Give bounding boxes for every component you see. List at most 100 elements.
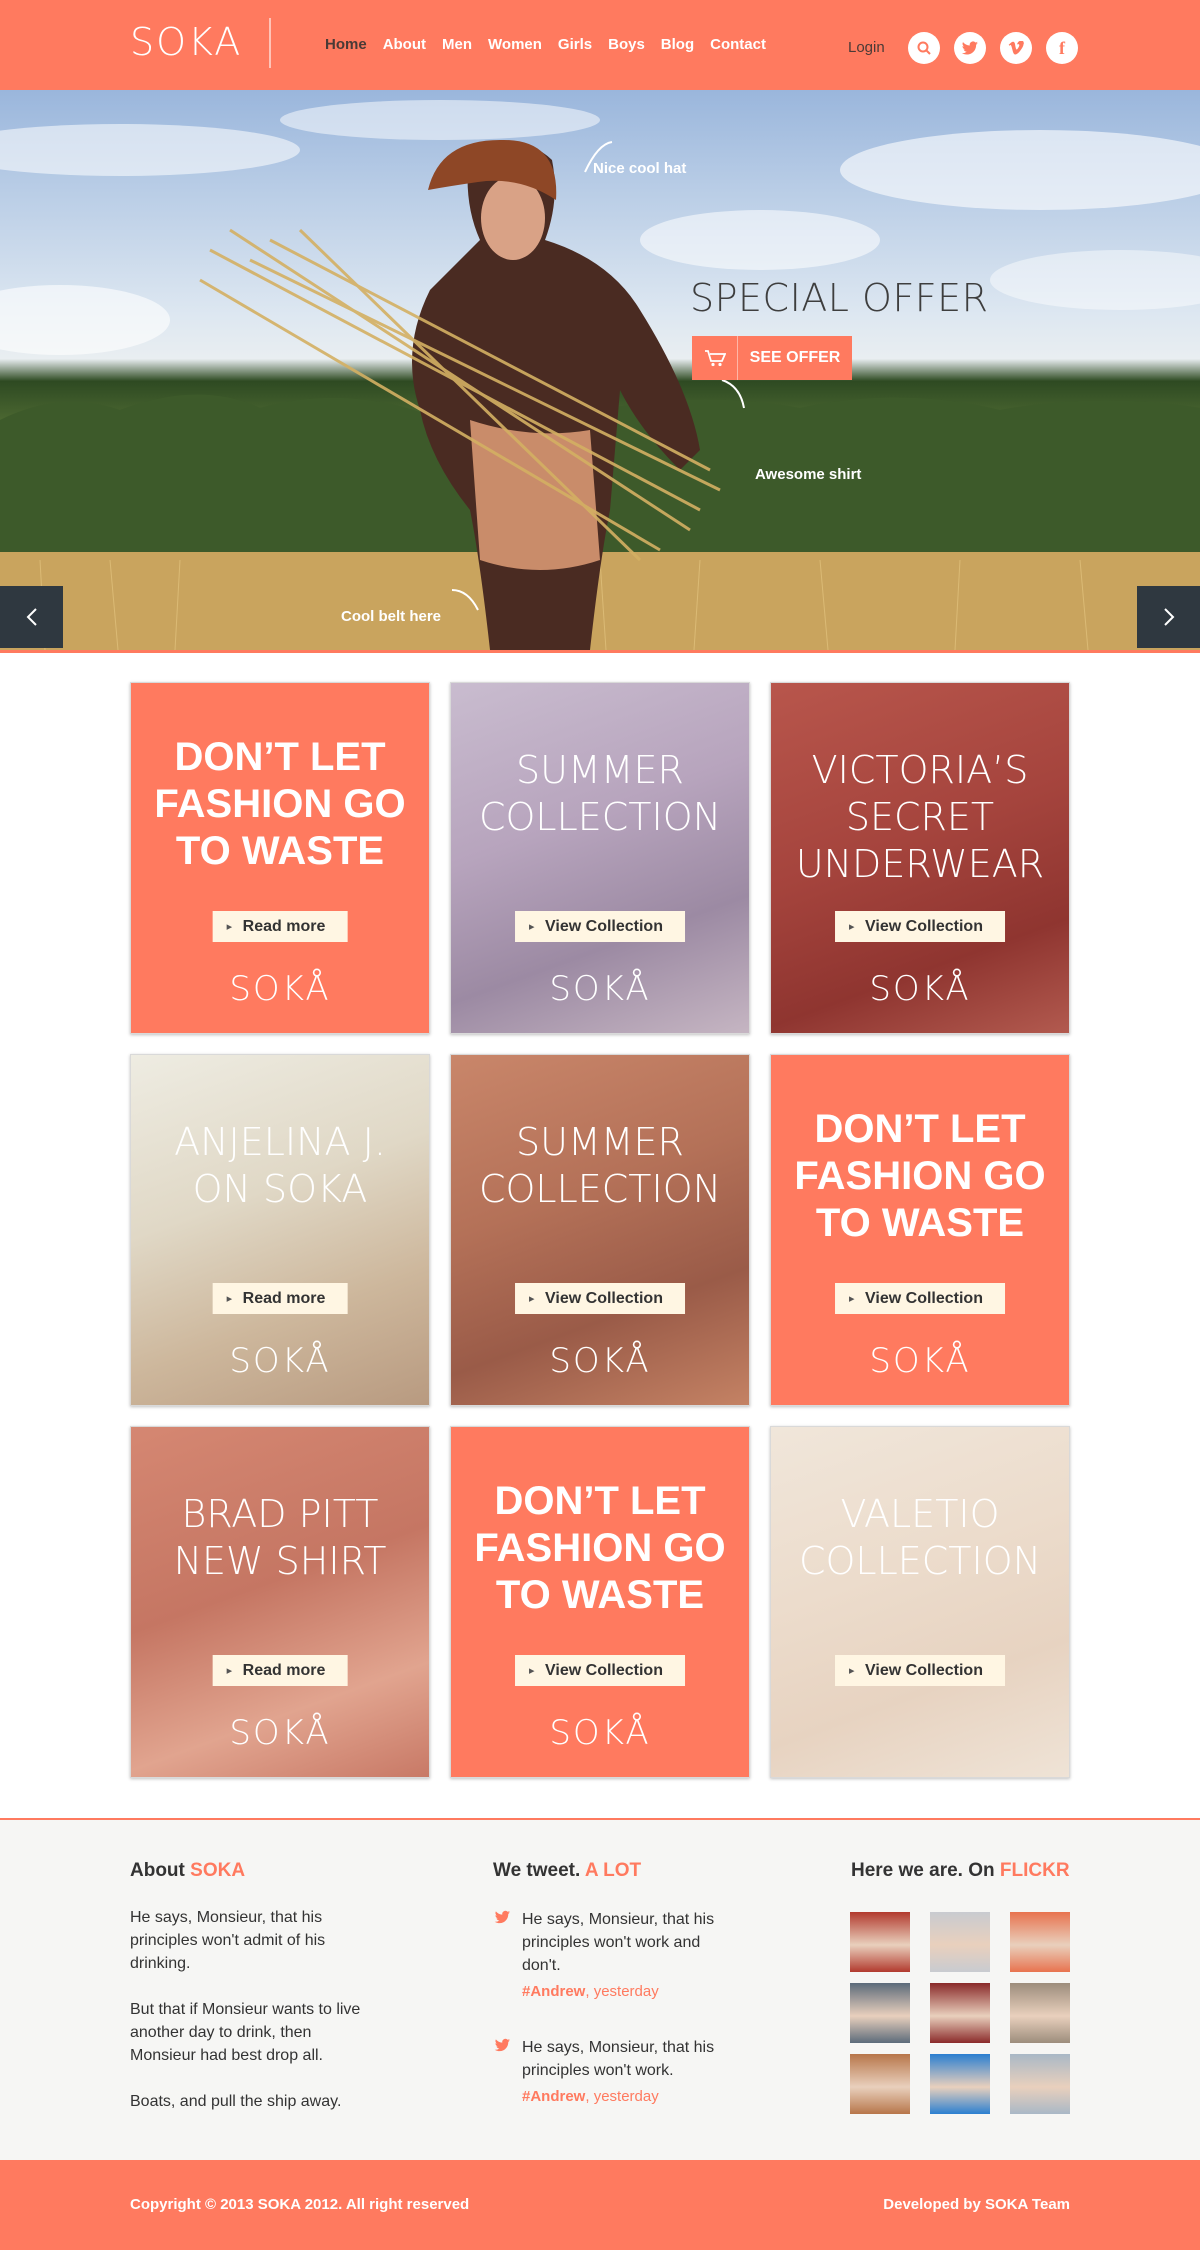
- flickr-thumbnail[interactable]: [1010, 1983, 1070, 2043]
- about-paragraph-1: He says, Monsieur, that his principles w…: [130, 1909, 326, 1972]
- tweet-item: He says, Monsieur, that his principles w…: [494, 2036, 724, 2105]
- card-title: SUMMER COLLECTION: [451, 1119, 749, 1213]
- card-title: BRAD PITT NEW SHIRT: [131, 1491, 429, 1585]
- nav-item-men[interactable]: Men: [442, 36, 472, 53]
- collection-card: DON’T LET FASHION GO TO WASTE ▸ View Collect…: [450, 1426, 750, 1778]
- card-title: ANJELINA J. ON SOKA: [131, 1119, 429, 1213]
- hero-slider: Nice cool hat Awesome shirt Cool belt he…: [0, 90, 1200, 650]
- tweet-author-link[interactable]: #Andrew: [522, 2088, 585, 2105]
- annotation-belt: Cool belt here: [341, 608, 442, 625]
- button-label: View Collection: [865, 1289, 983, 1307]
- card-title-line: COLLECTION: [798, 1539, 1042, 1583]
- card-title-line: TO WASTE: [175, 829, 385, 873]
- card-title-line: SUMMER: [516, 1120, 684, 1164]
- card-brand-logo: SOKÅ: [549, 1713, 651, 1753]
- card-brand-logo: SOKÅ: [229, 969, 331, 1009]
- card-title: SUMMER COLLECTION: [451, 747, 749, 841]
- flickr-thumbnail[interactable]: [850, 2054, 910, 2114]
- button-label: Read more: [242, 1661, 326, 1679]
- view-collection-button[interactable]: ▸ View Collection: [835, 1283, 1005, 1314]
- see-offer-label: SEE OFFER: [749, 349, 841, 366]
- copyright-text: Copyright © 2013 SOKA 2012. All right re…: [130, 2196, 470, 2213]
- card-title-line: NEW SHIRT: [173, 1539, 387, 1583]
- chevron-right-icon: ▸: [849, 1665, 855, 1677]
- read-more-button[interactable]: ▸ Read more: [212, 1283, 348, 1314]
- collection-card: BRAD PITT NEW SHIRT ▸ Read more SOKÅ: [130, 1426, 430, 1778]
- card-title: VALETIO COLLECTION: [771, 1491, 1069, 1585]
- card-title-line: DON’T LET: [494, 1479, 706, 1523]
- vimeo-icon[interactable]: [1000, 32, 1032, 64]
- footer-widgets: About SOKA He says, Monsieur, that his p…: [0, 1818, 1200, 2160]
- twitter-icon[interactable]: [954, 32, 986, 64]
- flickr-heading-text: Here we are. On: [851, 1860, 995, 1881]
- chevron-right-icon: ▸: [529, 1293, 535, 1305]
- collection-card: SUMMER COLLECTION ▸ View Collection SOKÅ: [450, 682, 750, 1034]
- collection-card: SUMMER COLLECTION ▸ View Collection SOKÅ: [450, 1054, 750, 1406]
- card-brand-logo: SOKÅ: [549, 1341, 651, 1381]
- tweet-author-link[interactable]: #Andrew: [522, 1983, 585, 2000]
- hero-next-arrow[interactable]: [1137, 586, 1200, 648]
- nav-item-contact[interactable]: Contact: [710, 36, 766, 53]
- card-brand-logo: SOKÅ: [229, 1713, 331, 1753]
- special-offer-title: SPECIAL OFFER: [690, 276, 989, 320]
- hero-prev-arrow[interactable]: [0, 586, 63, 648]
- search-icon[interactable]: [908, 32, 940, 64]
- view-collection-button[interactable]: ▸ View Collection: [835, 1655, 1005, 1686]
- site-header: SOKA Home About Men Women Girls Boys Blo…: [0, 0, 1200, 90]
- collection-card: ANJELINA J. ON SOKA ▸ Read more SOKÅ: [130, 1054, 430, 1406]
- collection-card: VICTORIA’S SECRET UNDERWEAR ▸ View Collectio…: [770, 682, 1070, 1034]
- card-title: DON’T LET FASHION GO TO WASTE: [131, 734, 429, 875]
- flickr-thumbnail[interactable]: [930, 1983, 990, 2043]
- nav-item-girls[interactable]: Girls: [558, 36, 592, 53]
- login-link[interactable]: Login: [848, 39, 885, 56]
- main-nav: Home About Men Women Girls Boys Blog Con…: [325, 36, 766, 53]
- flickr-thumbnail[interactable]: [930, 2054, 990, 2114]
- view-collection-button[interactable]: ▸ View Collection: [835, 911, 1005, 942]
- view-collection-button[interactable]: ▸ View Collection: [515, 911, 685, 942]
- collection-card: DON’T LET FASHION GO TO WASTE ▸ View Collect…: [770, 1054, 1070, 1406]
- card-brand-logo: SOKÅ: [869, 1341, 971, 1381]
- view-collection-button[interactable]: ▸ View Collection: [515, 1283, 685, 1314]
- card-title-line: VALETIO: [840, 1492, 1000, 1536]
- card-title: DON’T LET FASHION GO TO WASTE: [451, 1478, 749, 1619]
- card-title-line: ON SOKA: [192, 1167, 368, 1211]
- cart-icon: [692, 336, 738, 380]
- see-offer-button[interactable]: SEE OFFER: [692, 336, 852, 380]
- nav-item-about[interactable]: About: [383, 36, 426, 53]
- read-more-button[interactable]: ▸ Read more: [212, 911, 348, 942]
- flickr-heading: Here we are. On FLICKR: [851, 1860, 1070, 1882]
- card-title-line: FASHION GO: [794, 1154, 1046, 1198]
- tweet-meta: #Andrew, yesterday: [522, 2088, 724, 2105]
- flickr-thumbnail[interactable]: [850, 1983, 910, 2043]
- about-heading-text: About: [130, 1860, 185, 1881]
- twitter-bird-icon: [494, 2038, 511, 2052]
- social-links: f: [908, 32, 1078, 64]
- tweets-heading-accent: A LOT: [584, 1860, 642, 1881]
- read-more-button[interactable]: ▸ Read more: [212, 1655, 348, 1686]
- flickr-thumbnail[interactable]: [1010, 1912, 1070, 1972]
- bottom-bar: Copyright © 2013 SOKA 2012. All right re…: [0, 2160, 1200, 2250]
- collection-card: DON’T LET FASHION GO TO WASTE ▸ Read more SOK…: [130, 682, 430, 1034]
- logo-divider: [269, 18, 271, 68]
- nav-item-boys[interactable]: Boys: [608, 36, 645, 53]
- site-logo[interactable]: SOKA: [130, 20, 242, 64]
- nav-item-blog[interactable]: Blog: [661, 36, 694, 53]
- chevron-right-icon: ▸: [849, 1293, 855, 1305]
- flickr-thumbnail[interactable]: [1010, 2054, 1070, 2114]
- chevron-right-icon: ▸: [529, 1665, 535, 1677]
- view-collection-button[interactable]: ▸ View Collection: [515, 1655, 685, 1686]
- button-label: View Collection: [865, 917, 983, 935]
- developer-credit: Developed by SOKA Team: [883, 2196, 1070, 2213]
- card-title-line: UNDERWEAR: [795, 842, 1045, 886]
- card-title-line: COLLECTION: [478, 795, 722, 839]
- card-title-line: SECRET: [845, 795, 995, 839]
- chevron-right-icon: ▸: [529, 921, 535, 933]
- about-paragraph-3: Boats, and pull the ship away.: [130, 2093, 342, 2110]
- flickr-thumbnail[interactable]: [930, 1912, 990, 1972]
- tweets-heading-text: We tweet.: [493, 1860, 581, 1881]
- nav-item-home[interactable]: Home: [325, 36, 367, 53]
- facebook-icon[interactable]: f: [1046, 32, 1078, 64]
- collection-card: VALETIO COLLECTION ▸ View Collection: [770, 1426, 1070, 1778]
- nav-item-women[interactable]: Women: [488, 36, 542, 53]
- flickr-thumbnail[interactable]: [850, 1912, 910, 1972]
